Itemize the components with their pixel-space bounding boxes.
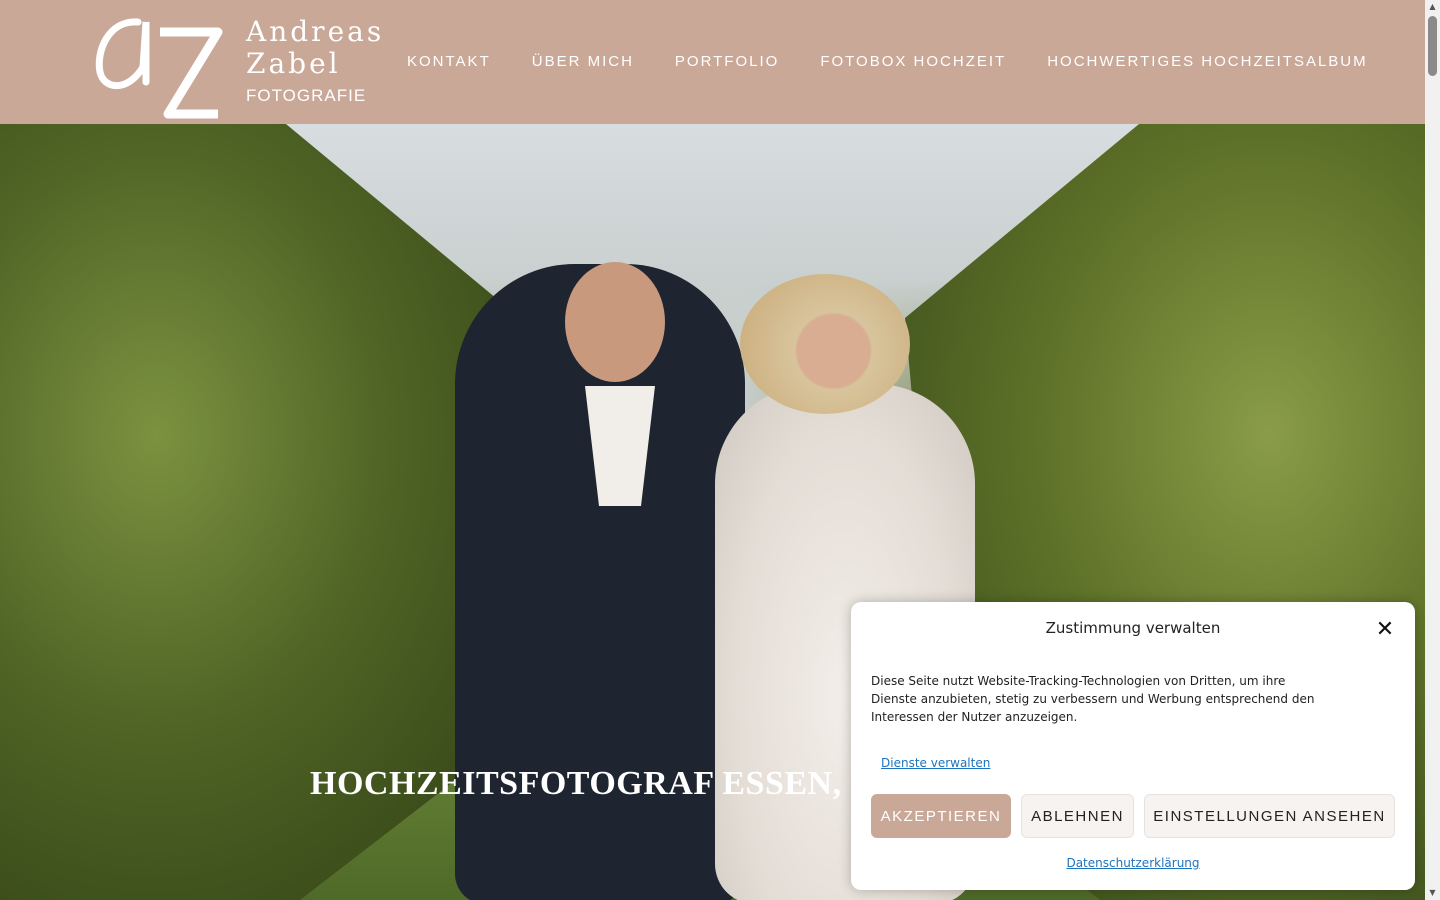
nav-item-portfolio[interactable]: PORTFOLIO [675,52,779,72]
view-preferences-button[interactable]: EINSTELLUNGEN ANSEHEN [1144,794,1395,838]
nav-item-kontakt[interactable]: KONTAKT [407,52,491,72]
nav-item-hochzeitsalbum[interactable]: HOCHWERTIGES HOCHZEITSALBUM [1047,52,1367,72]
manage-services-link[interactable]: Dienste verwalten [881,756,990,770]
consent-description: Diese Seite nutzt Website-Tracking-Techn… [871,674,1315,724]
site-logo[interactable]: Andreas Zabel FOTOGRAFIE [88,2,381,122]
consent-title: Zustimmung verwalten [1045,619,1221,637]
close-icon[interactable]: ✕ [1373,618,1397,642]
logo-monogram-icon [95,18,223,119]
scroll-up-arrow-icon[interactable]: ▲ [1425,0,1440,14]
logo-name-line1: Andreas [246,15,385,48]
nav-item-ueber-mich[interactable]: ÜBER MICH [532,52,634,72]
site-header: Andreas Zabel FOTOGRAFIE KONTAKT ÜBER MI… [0,0,1425,124]
deny-button[interactable]: ABLEHNEN [1021,794,1134,838]
groom-head [565,262,665,382]
logo-subtitle: FOTOGRAFIE [246,86,367,105]
scrollbar-thumb[interactable] [1428,16,1437,76]
logo-name-line2: Zabel [246,47,341,80]
main-nav: KONTAKT ÜBER MICH PORTFOLIO FOTOBOX HOCH… [407,52,1409,72]
nav-item-fotobox-hochzeit[interactable]: FOTOBOX HOCHZEIT [820,52,1006,72]
bride-head [740,274,910,414]
page-scrollbar[interactable]: ▲ ▼ [1425,0,1440,900]
privacy-policy-link[interactable]: Datenschutzerklärung [851,856,1415,870]
cookie-consent-dialog: Zustimmung verwalten ✕ Diese Seite nutzt… [851,602,1415,890]
logo-text: Andreas Zabel FOTOGRAFIE [246,16,384,106]
scroll-down-arrow-icon[interactable]: ▼ [1425,886,1440,900]
accept-button[interactable]: AKZEPTIEREN [871,794,1011,838]
